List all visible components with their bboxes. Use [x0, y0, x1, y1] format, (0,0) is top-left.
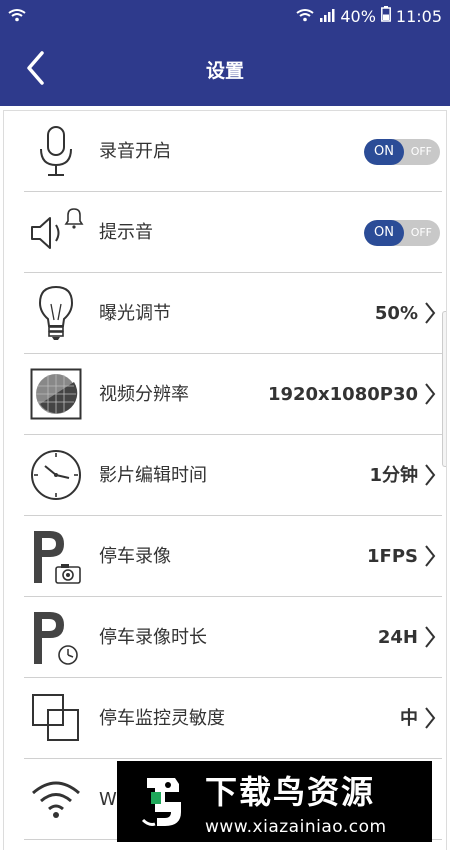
setting-exposure[interactable]: 曝光调节 50% — [4, 273, 448, 354]
cell-signal-icon — [319, 7, 335, 26]
watermark-banner: 下载鸟资源 www.xiazainiao.com — [117, 761, 432, 842]
back-button[interactable] — [20, 46, 50, 90]
setting-clip-length[interactable]: 影片编辑时间 1分钟 — [4, 435, 448, 516]
setting-video-resolution[interactable]: 视频分辨率 1920x1080P30 — [4, 354, 448, 435]
chevron-right-icon — [425, 626, 436, 648]
setting-parking-sensitivity[interactable]: 停车监控灵敏度 中 — [4, 678, 448, 759]
setting-value: 50% — [374, 303, 418, 324]
watermark-title: 下载鸟资源 — [205, 772, 376, 811]
chevron-right-icon — [425, 383, 436, 405]
battery-percent: 40% — [340, 6, 376, 26]
status-bar: 40% 11:05 — [0, 0, 450, 32]
setting-label: 停车录像 — [99, 546, 171, 567]
setting-label: 录音开启 — [99, 141, 171, 162]
wifi-signal-icon — [296, 7, 314, 26]
setting-label: 影片编辑时间 — [99, 465, 207, 486]
settings-list: 录音开启 ON OFF 提示音 ON OFF 曝光调节 50% 视频分辨率 19… — [3, 110, 447, 850]
clock-time: 11:05 — [395, 6, 442, 26]
chevron-right-icon — [425, 302, 436, 324]
chevron-right-icon — [425, 464, 436, 486]
resolution-icon — [28, 366, 84, 422]
setting-label: 提示音 — [99, 222, 153, 243]
watermark-url: www.xiazainiao.com — [205, 816, 387, 837]
setting-value: 24H — [377, 627, 418, 648]
overlap-squares-icon — [28, 690, 84, 746]
lightbulb-icon — [28, 285, 84, 341]
record-audio-toggle[interactable]: ON OFF — [364, 139, 440, 165]
setting-value: 1920x1080P30 — [267, 384, 418, 405]
setting-label: 视频分辨率 — [99, 384, 189, 405]
chevron-left-icon — [27, 51, 44, 85]
setting-parking-record[interactable]: 停车录像 1FPS — [4, 516, 448, 597]
app-bar: 设置 — [0, 32, 450, 106]
toggle-off-label: OFF — [410, 226, 432, 239]
setting-value: 中 — [400, 708, 418, 729]
wifi-icon — [28, 771, 84, 827]
top-bar: 40% 11:05 设置 — [0, 0, 450, 106]
setting-prompt-sound: 提示音 ON OFF — [4, 192, 448, 273]
setting-label: 停车录像时长 — [99, 627, 207, 648]
page-title: 设置 — [205, 59, 244, 82]
setting-label: 停车监控灵敏度 — [99, 708, 225, 729]
chevron-right-icon — [425, 707, 436, 729]
prompt-sound-toggle[interactable]: ON OFF — [364, 220, 440, 246]
chevron-right-icon — [425, 545, 436, 567]
setting-parking-duration[interactable]: 停车录像时长 24H — [4, 597, 448, 678]
setting-record-audio: 录音开启 ON OFF — [4, 111, 448, 192]
microphone-icon — [28, 123, 84, 179]
clock-icon — [28, 447, 84, 503]
setting-value: 1分钟 — [369, 465, 418, 486]
setting-label: 曝光调节 — [99, 303, 171, 324]
toggle-off-label: OFF — [410, 145, 432, 158]
speaker-bell-icon — [28, 204, 84, 260]
toggle-on-label: ON — [364, 139, 404, 165]
toggle-on-label: ON — [364, 220, 404, 246]
parking-camera-icon — [28, 528, 84, 584]
wifi-status-icon — [8, 7, 26, 26]
parking-clock-icon — [28, 609, 84, 665]
setting-value: 1FPS — [367, 546, 418, 567]
scroll-indicator — [442, 311, 446, 467]
battery-icon — [380, 6, 391, 26]
bird-logo-icon — [133, 772, 193, 832]
